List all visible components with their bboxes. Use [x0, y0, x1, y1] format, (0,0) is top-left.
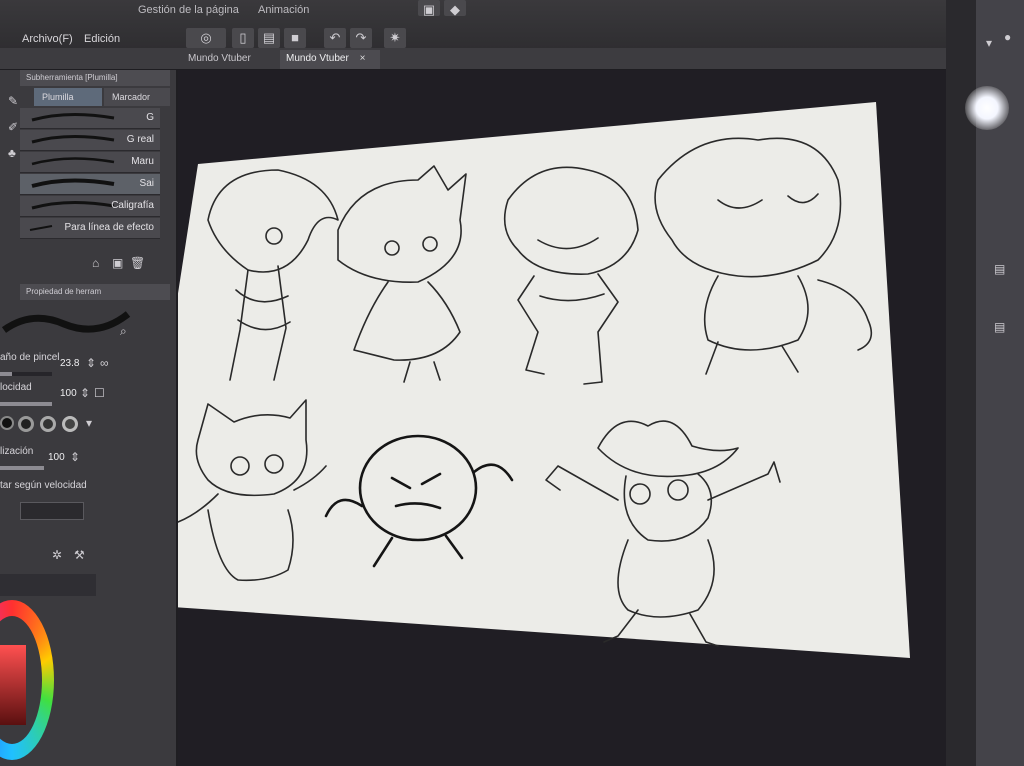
menu-edicion[interactable]: Edición — [84, 33, 120, 45]
menu-gestion-pagina[interactable]: Gestión de la página — [138, 4, 239, 16]
velocity-label: locidad — [0, 382, 32, 393]
layer-icon[interactable]: ▤ — [994, 320, 1005, 334]
brush-tip-preset[interactable] — [0, 416, 14, 430]
velocity-slider[interactable] — [0, 402, 52, 406]
gear-icon: ✷ — [389, 30, 401, 45]
velocity-value[interactable]: 100 — [60, 388, 77, 399]
tab-label: Mundo Vtuber — [286, 53, 349, 64]
new-file-button[interactable]: ▯ — [232, 28, 254, 48]
tool-property-stroke-preview — [2, 311, 131, 333]
brush-item-label: Maru — [131, 156, 154, 167]
undo-icon: ↶ — [329, 30, 341, 45]
new-file-icon: ▯ — [239, 30, 247, 45]
app-logo-button[interactable]: ◎ — [186, 28, 226, 48]
tool-property-header: Propiedad de herram — [20, 284, 170, 300]
velocity-slider-fill — [0, 402, 52, 406]
redo-icon: ↷ — [355, 30, 367, 45]
tab-label: Mundo Vtuber — [188, 53, 251, 64]
eraser-button[interactable]: ◆ — [444, 0, 466, 17]
wrench-icon[interactable]: ⚒ — [74, 548, 85, 562]
canvas-paper[interactable] — [178, 102, 910, 658]
brush-stroke-preview — [31, 157, 115, 166]
stepper-icon[interactable]: ⇕ — [80, 386, 90, 400]
brush-stroke-preview — [29, 225, 53, 231]
chevron-down-icon[interactable]: ▾ — [986, 36, 992, 50]
canvas-svg[interactable] — [178, 70, 946, 766]
settings-button[interactable]: ✷ — [384, 28, 406, 48]
subtool-panel-header: Subherramienta [Plumilla] — [20, 70, 170, 86]
stabilization-slider[interactable] — [0, 466, 44, 470]
color-picker-square[interactable] — [0, 645, 26, 725]
brush-tip-presets: ▾ — [0, 412, 104, 438]
search-icon[interactable]: ⌕ — [120, 324, 127, 339]
document-tab-bar: Mundo Vtuber Mundo Vtuber × — [0, 48, 960, 70]
brush-tip-preset[interactable] — [18, 416, 34, 432]
brush-item-linea-efecto[interactable]: Para línea de efecto — [20, 218, 160, 239]
brush-item-g[interactable]: G — [20, 108, 160, 129]
close-icon[interactable]: × — [360, 53, 366, 64]
brush-stroke-preview — [31, 178, 115, 188]
tab-document-2[interactable]: Mundo Vtuber × — [280, 50, 380, 69]
brush-item-label: Para línea de efecto — [64, 222, 154, 233]
chevron-down-icon[interactable]: ▾ — [86, 416, 92, 430]
subtool-tab-label: Plumilla — [42, 92, 74, 102]
brush-tool-icon[interactable]: ♣ — [8, 146, 16, 160]
brush-stroke-preview — [31, 112, 115, 122]
transform-button[interactable]: ▣ — [418, 0, 440, 17]
layer-icon[interactable]: ▤ — [994, 262, 1005, 276]
gear-icon[interactable]: ✲ — [52, 548, 62, 562]
brush-tip-preset[interactable] — [40, 416, 56, 432]
save-icon: ■ — [291, 30, 299, 45]
brush-size-label: año de pincel — [0, 352, 60, 363]
brush-tip-preset[interactable] — [62, 416, 78, 432]
brush-item-label: Sai — [139, 178, 154, 189]
stabilization-label: lización — [0, 446, 34, 457]
checkbox-icon[interactable]: ☐ — [94, 386, 105, 400]
tab-plumilla[interactable]: Plumilla — [34, 88, 102, 106]
swirl-icon: ◎ — [200, 30, 212, 45]
trash-icon[interactable]: 🗑 — [130, 256, 145, 270]
subtool-tab-label: Marcador — [112, 92, 151, 102]
brush-item-maru[interactable]: Maru — [20, 152, 160, 173]
tab-marcador[interactable]: Marcador — [104, 88, 170, 106]
menu-archivo[interactable]: Archivo(F) — [22, 33, 73, 45]
screen: Gestión de la página Animación Archivo(F… — [0, 0, 1024, 766]
copy-subtool-icon[interactable]: ▣ — [112, 256, 123, 270]
redo-button[interactable]: ↷ — [350, 28, 372, 48]
tab-document-1[interactable]: Mundo Vtuber — [182, 50, 257, 69]
add-subtool-icon[interactable]: ⌂ — [92, 256, 99, 270]
brush-item-label: G real — [126, 134, 154, 145]
stepper-icon[interactable]: ⇕ — [86, 356, 96, 370]
transform-icon: ▣ — [422, 2, 436, 17]
open-file-button[interactable]: ▤ — [258, 28, 280, 48]
brush-item-caligrafia[interactable]: Caligrafía — [20, 196, 160, 217]
menu-animacion[interactable]: Animación — [258, 4, 309, 16]
brush-item-label: G — [146, 112, 154, 123]
brush-size-value[interactable]: 23.8 — [60, 358, 79, 369]
brush-size-slider[interactable] — [0, 372, 52, 376]
record-icon[interactable]: ● — [1004, 30, 1011, 44]
link-icon[interactable]: ∞ — [100, 356, 109, 370]
pressure-graph-box[interactable] — [20, 502, 84, 520]
color-panel-toolbar — [0, 574, 96, 596]
stabilization-slider-fill — [0, 466, 44, 470]
brush-size-slider-fill — [0, 372, 13, 376]
pencil-tool-icon[interactable]: ✐ — [8, 120, 18, 134]
canvas-area[interactable] — [178, 70, 946, 766]
folder-icon: ▤ — [262, 30, 276, 45]
pen-tool-icon[interactable]: ✎ — [8, 94, 18, 108]
velocity-adjust-label[interactable]: tar según velocidad — [0, 480, 87, 491]
menu-bar: Gestión de la página Animación Archivo(F… — [0, 0, 960, 48]
save-button[interactable]: ■ — [284, 28, 306, 48]
stepper-icon[interactable]: ⇕ — [70, 450, 80, 464]
stabilization-value[interactable]: 100 — [48, 452, 65, 463]
undo-button[interactable]: ↶ — [324, 28, 346, 48]
brush-stroke-preview — [31, 200, 115, 210]
brush-stroke-preview — [31, 134, 115, 144]
brush-item-label: Caligrafía — [111, 200, 154, 211]
brush-item-sai[interactable]: Sai — [20, 174, 160, 195]
eraser-icon: ◆ — [450, 2, 460, 17]
brush-item-g-real[interactable]: G real — [20, 130, 160, 151]
screen-glare — [965, 86, 1009, 130]
